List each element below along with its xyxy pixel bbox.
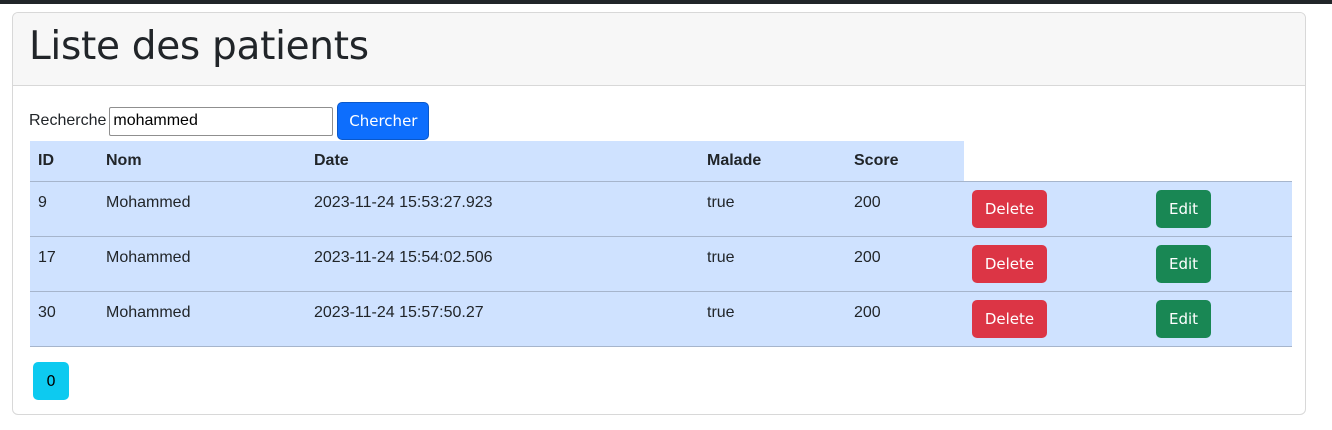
delete-button[interactable]: Delete (972, 189, 1047, 228)
page-title: Liste des patients (29, 24, 369, 69)
header-empty (964, 141, 1148, 181)
search-form: Recherche Chercher (29, 102, 430, 140)
cell-id: 30 (30, 290, 98, 347)
cell-malade: true (699, 235, 846, 291)
cell-date: 2023-11-24 15:57:50.27 (306, 290, 699, 347)
cell-date: 2023-11-24 15:54:02.506 (306, 235, 699, 291)
patients-table: ID Nom Date Malade Score 9 Mohammed 2023… (30, 141, 1292, 347)
header-id: ID (30, 141, 98, 181)
cell-date: 2023-11-24 15:53:27.923 (306, 180, 699, 236)
delete-button[interactable]: Delete (972, 244, 1047, 283)
search-label: Recherche (29, 112, 107, 129)
cell-score: 200 (846, 180, 964, 236)
cell-id: 17 (30, 235, 98, 291)
header-date: Date (306, 141, 699, 181)
cell-id: 9 (30, 180, 98, 236)
card-header: Liste des patients (13, 13, 1305, 86)
edit-button[interactable]: Edit (1156, 189, 1211, 228)
page-button-0[interactable]: 0 (33, 362, 69, 400)
cell-malade: true (699, 180, 846, 236)
cell-edit: Edit (1148, 235, 1292, 291)
search-input[interactable] (109, 106, 334, 136)
table-header-row: ID Nom Date Malade Score (30, 141, 1292, 181)
cell-edit: Edit (1148, 290, 1292, 347)
cell-nom: Mohammed (98, 235, 306, 291)
cell-nom: Mohammed (98, 290, 306, 347)
table-row: 17 Mohammed 2023-11-24 15:54:02.506 true… (30, 235, 1292, 291)
cell-edit: Edit (1148, 180, 1292, 236)
edit-button[interactable]: Edit (1156, 244, 1211, 283)
patients-card: Liste des patients Recherche Chercher ID… (12, 12, 1306, 415)
header-score: Score (846, 141, 964, 181)
cell-malade: true (699, 290, 846, 347)
table-row: 30 Mohammed 2023-11-24 15:57:50.27 true … (30, 290, 1292, 347)
cell-delete: Delete (964, 180, 1148, 236)
cell-delete: Delete (964, 290, 1148, 347)
delete-button[interactable]: Delete (972, 299, 1047, 338)
top-bar (0, 0, 1332, 4)
edit-button[interactable]: Edit (1156, 299, 1211, 338)
cell-score: 200 (846, 235, 964, 291)
header-empty (1148, 141, 1292, 181)
cell-score: 200 (846, 290, 964, 347)
search-button[interactable]: Chercher (337, 102, 430, 140)
cell-nom: Mohammed (98, 180, 306, 236)
header-malade: Malade (699, 141, 846, 181)
cell-delete: Delete (964, 235, 1148, 291)
header-nom: Nom (98, 141, 306, 181)
table-row: 9 Mohammed 2023-11-24 15:53:27.923 true … (30, 180, 1292, 236)
